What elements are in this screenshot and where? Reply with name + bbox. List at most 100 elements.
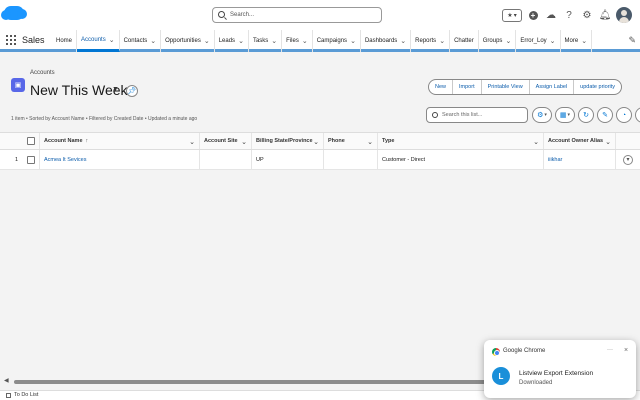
nav-item-home[interactable]: Home bbox=[52, 30, 78, 52]
import-button[interactable]: Import bbox=[453, 80, 482, 94]
column-menu-chevron-icon[interactable]: ⌄ bbox=[313, 138, 319, 146]
app-launcher-icon[interactable] bbox=[6, 35, 16, 45]
object-breadcrumb[interactable]: Accounts bbox=[30, 70, 55, 76]
column-menu-chevron-icon[interactable]: ⌄ bbox=[533, 138, 539, 146]
chevron-down-icon[interactable]: ⌄ bbox=[400, 37, 406, 45]
help-button[interactable]: ? bbox=[562, 8, 576, 22]
chrome-notification[interactable]: Google Chrome ··· × L Listview Export Ex… bbox=[484, 340, 636, 398]
update-priority-button[interactable]: update priority bbox=[574, 80, 621, 94]
chevron-down-icon[interactable]: ⌄ bbox=[550, 37, 556, 45]
trailhead-button[interactable]: ☁ bbox=[544, 8, 558, 22]
notification-subtitle: Downloaded bbox=[519, 380, 553, 386]
account-name-link[interactable]: Acmea It Sevices bbox=[44, 157, 87, 163]
setup-button[interactable]: ⚙ bbox=[580, 8, 594, 22]
notification-more-icon[interactable]: ··· bbox=[607, 347, 613, 353]
list-search-input[interactable]: Search this list... bbox=[426, 107, 528, 123]
notification-close-icon[interactable]: × bbox=[624, 347, 628, 354]
nav-item-chatter[interactable]: Chatter bbox=[450, 30, 479, 52]
global-search-input[interactable]: Search... bbox=[212, 7, 382, 23]
list-view-controls-button[interactable]: ⚙ ▾ bbox=[532, 107, 552, 123]
utility-item-todo-list[interactable]: To Do List bbox=[14, 392, 38, 398]
column-menu-chevron-icon[interactable]: ⌄ bbox=[189, 138, 195, 146]
list-view-info: 1 item • Sorted by Account Name • Filter… bbox=[11, 116, 198, 122]
nav-item-label: Reports bbox=[415, 38, 437, 44]
nav-item-tasks[interactable]: Tasks ⌄ bbox=[249, 30, 283, 52]
notifications-button[interactable]: 🔔︎ bbox=[598, 8, 612, 22]
owner-alias-link[interactable]: iiikhar bbox=[548, 157, 562, 163]
chevron-down-icon[interactable]: ⌄ bbox=[150, 37, 156, 45]
select-all-checkbox-cell[interactable] bbox=[22, 133, 40, 149]
filters-button[interactable]: ▼ bbox=[635, 107, 640, 123]
chevron-down-icon[interactable]: ⌄ bbox=[581, 37, 587, 45]
table-header: Account Name ↑ ⌄ Account Site ⌄ Billing S… bbox=[0, 132, 640, 150]
type-cell: Customer - Direct bbox=[378, 150, 544, 169]
search-icon bbox=[432, 112, 438, 118]
nav-item-dashboards[interactable]: Dashboards ⌄ bbox=[361, 30, 412, 52]
favorites-button[interactable]: ★ ▾ bbox=[502, 8, 522, 22]
column-header-phone[interactable]: Phone ⌄ bbox=[324, 133, 378, 149]
trailhead-icon: ☁ bbox=[546, 9, 556, 21]
assign-label-button[interactable]: Assign Label bbox=[530, 80, 575, 94]
chevron-down-icon[interactable]: ⌄ bbox=[350, 37, 356, 45]
table-row: 1 Acmea It Sevices UP Customer - Direct … bbox=[0, 150, 640, 170]
user-avatar[interactable] bbox=[616, 7, 632, 23]
edit-nav-pencil-icon[interactable]: ✎ bbox=[628, 35, 636, 46]
column-header-account-site[interactable]: Account Site ⌄ bbox=[200, 133, 252, 149]
search-icon bbox=[218, 11, 225, 18]
global-actions-button[interactable]: + bbox=[526, 8, 540, 22]
nav-item-opportunities[interactable]: Opportunities ⌄ bbox=[161, 30, 215, 52]
row-actions-chevron-icon[interactable]: ▾ bbox=[623, 154, 633, 165]
chevron-down-icon[interactable]: ⌄ bbox=[204, 37, 210, 45]
row-actions-cell: ▾ bbox=[616, 150, 640, 169]
chevron-down-icon[interactable]: ⌄ bbox=[439, 37, 445, 45]
edit-list-button[interactable]: ✎ bbox=[597, 107, 613, 123]
app-nav-bar: Sales Home Accounts ⌄ Contacts ⌄ Opportunitie… bbox=[0, 30, 640, 52]
chevron-down-icon[interactable]: ⌄ bbox=[238, 37, 244, 45]
chevron-down-icon: ▾ bbox=[513, 12, 517, 19]
pin-list-view-button[interactable]: 📌︎ bbox=[126, 85, 138, 97]
gear-icon: ⚙ bbox=[582, 9, 592, 21]
list-view-switcher-chevron-icon[interactable]: ▼ bbox=[112, 86, 119, 93]
gear-icon: ⚙ bbox=[537, 112, 544, 119]
display-as-button[interactable]: ▦ ▾ bbox=[555, 107, 575, 123]
add-icon: + bbox=[528, 10, 538, 20]
refresh-icon: ↻ bbox=[583, 112, 589, 119]
column-menu-chevron-icon[interactable]: ⌄ bbox=[605, 138, 611, 146]
nav-item-groups[interactable]: Groups ⌄ bbox=[479, 30, 517, 52]
column-header-account-name[interactable]: Account Name ↑ ⌄ bbox=[40, 133, 200, 149]
billing-state-cell: UP bbox=[252, 150, 324, 169]
column-header-billing-state[interactable]: Billing State/Province ⌄ bbox=[252, 133, 324, 149]
nav-item-leads[interactable]: Leads ⌄ bbox=[215, 30, 249, 52]
chevron-down-icon[interactable]: ⌄ bbox=[109, 36, 115, 44]
nav-item-reports[interactable]: Reports ⌄ bbox=[411, 30, 451, 52]
refresh-button[interactable]: ↻ bbox=[578, 107, 594, 123]
charts-button[interactable]: ◔ bbox=[616, 107, 632, 123]
notification-source: Google Chrome bbox=[503, 348, 546, 354]
nav-item-accounts[interactable]: Accounts ⌄ bbox=[77, 30, 120, 52]
column-menu-chevron-icon[interactable]: ⌄ bbox=[367, 138, 373, 146]
pencil-icon: ✎ bbox=[602, 112, 608, 119]
row-checkbox[interactable] bbox=[26, 155, 35, 164]
chevron-down-icon[interactable]: ⌄ bbox=[302, 37, 308, 45]
chevron-down-icon[interactable]: ⌄ bbox=[271, 37, 277, 45]
nav-item-label: Accounts bbox=[81, 36, 106, 43]
row-checkbox-cell[interactable] bbox=[22, 150, 40, 169]
printable-view-button[interactable]: Printable View bbox=[482, 80, 530, 94]
nav-item-campaigns[interactable]: Campaigns ⌄ bbox=[313, 30, 361, 52]
nav-item-error-loy[interactable]: Error_Loy ⌄ bbox=[516, 30, 561, 52]
nav-item-more[interactable]: More ⌄ bbox=[561, 30, 593, 52]
column-header-type[interactable]: Type ⌄ bbox=[378, 133, 544, 149]
nav-item-contacts[interactable]: Contacts ⌄ bbox=[120, 30, 162, 52]
column-header-owner-alias[interactable]: Account Owner Alias ⌄ bbox=[544, 133, 616, 149]
sort-ascending-icon: ↑ bbox=[85, 138, 89, 144]
new-button[interactable]: New bbox=[429, 80, 454, 94]
select-all-checkbox[interactable] bbox=[26, 137, 35, 145]
chrome-logo-icon bbox=[492, 348, 500, 356]
scroll-left-arrow-icon[interactable]: ◀ bbox=[4, 377, 9, 384]
chevron-down-icon[interactable]: ⌄ bbox=[505, 37, 511, 45]
salesforce-logo[interactable] bbox=[1, 6, 27, 20]
column-menu-chevron-icon[interactable]: ⌄ bbox=[241, 138, 247, 146]
chevron-down-icon: ▾ bbox=[544, 112, 547, 118]
nav-item-label: Opportunities bbox=[165, 38, 201, 44]
nav-item-files[interactable]: Files ⌄ bbox=[282, 30, 313, 52]
